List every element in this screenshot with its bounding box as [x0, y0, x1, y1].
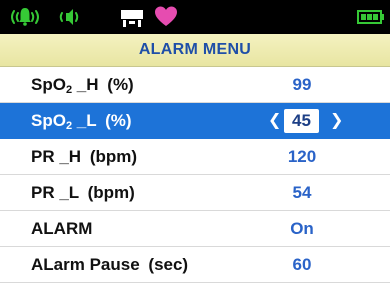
- menu-title: ALARM MENU: [0, 34, 390, 67]
- alarm-label: ALARM: [31, 218, 93, 238]
- pr-high-label: PR _H (bpm): [31, 146, 138, 166]
- pr-low-label: PR _L (bpm): [31, 182, 135, 202]
- alarm-value: On: [290, 218, 314, 238]
- pr-high-row[interactable]: PR _H (bpm) 120: [0, 139, 390, 175]
- pr-low-row[interactable]: PR _L (bpm) 54: [0, 175, 390, 211]
- wireless-icon: [121, 10, 143, 27]
- pr-high-value: 120: [287, 146, 317, 166]
- pr-low-value: 54: [292, 182, 312, 202]
- spo2-low-label: SpO2 _L (%): [31, 110, 132, 132]
- alarm-row[interactable]: ALARM On: [0, 211, 390, 247]
- speaker-icon: [59, 9, 79, 25]
- increase-arrow-icon[interactable]: ❯: [330, 103, 343, 139]
- heart-icon: [155, 6, 177, 26]
- alarm-pause-row[interactable]: ALarm Pause (sec) 60: [0, 247, 390, 283]
- spo2-low-value[interactable]: 45: [284, 108, 319, 133]
- spo2-high-value: 99: [292, 74, 312, 94]
- spo2-high-row[interactable]: SpO2 _H (%) 99: [0, 67, 390, 103]
- spo2-low-row[interactable]: SpO2 _L (%) ❮ 45 ❯: [0, 103, 390, 139]
- spo2-high-label: SpO2 _H (%): [31, 74, 134, 96]
- alarm-pause-label: ALarm Pause (sec): [31, 254, 189, 274]
- alarm-sound-icon: [11, 8, 39, 26]
- status-bar: [0, 0, 390, 34]
- alarm-pause-value: 60: [292, 254, 312, 274]
- battery-icon: [357, 10, 384, 24]
- decrease-arrow-icon[interactable]: ❮: [268, 103, 281, 139]
- alarm-settings-list: SpO2 _H (%) 99 SpO2 _L (%) ❮ 45 ❯ PR _H …: [0, 67, 390, 283]
